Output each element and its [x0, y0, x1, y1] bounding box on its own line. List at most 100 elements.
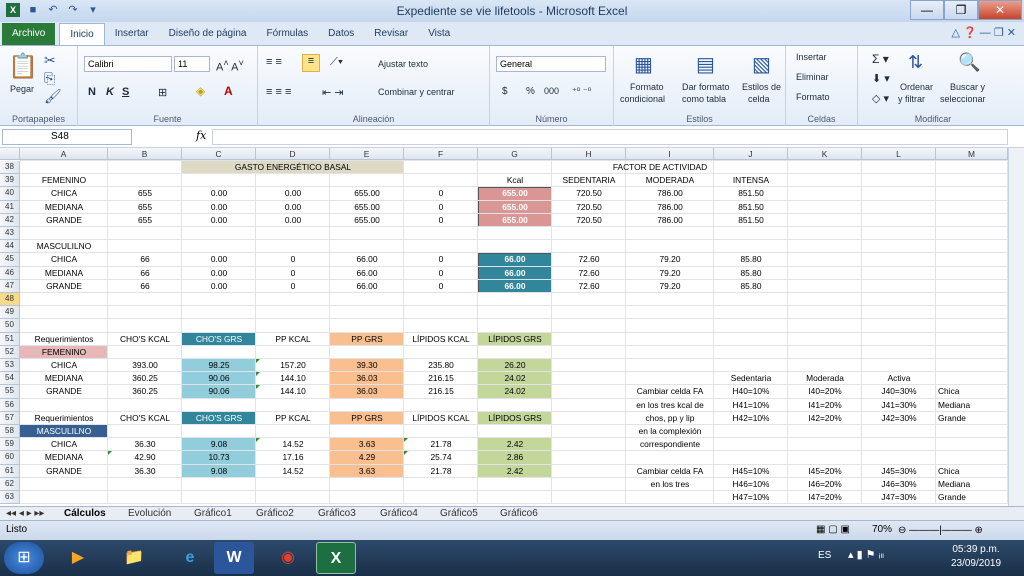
cell-G59[interactable]: 2.42 — [478, 438, 552, 451]
clock-time[interactable]: 05:39 p.m. — [940, 544, 1012, 555]
cell-A44[interactable]: MASCULILNO — [20, 240, 108, 253]
cell-B40[interactable]: 655 — [108, 187, 182, 200]
cell-F53[interactable]: 235.80 — [404, 359, 478, 372]
format-table-icon[interactable]: ▤ — [696, 52, 715, 77]
tab-archivo[interactable]: Archivo — [2, 23, 56, 45]
cell-E42[interactable]: 655.00 — [330, 214, 404, 227]
cell-D41[interactable]: 0.00 — [256, 201, 330, 214]
find-line2[interactable]: seleccionar — [940, 94, 986, 104]
row-header[interactable]: 46 — [0, 266, 20, 280]
cell-E55[interactable]: 36.03 — [330, 385, 404, 398]
row-header[interactable]: 41 — [0, 200, 20, 214]
cell-E47[interactable]: 66.00 — [330, 280, 404, 293]
cell-F45[interactable]: 0 — [404, 253, 478, 266]
sheet-nav-icon[interactable]: ◂◂ ◂ ▸ ▸▸ — [6, 507, 44, 521]
cell-J63[interactable]: H47=10% — [714, 491, 788, 504]
cell-C54[interactable]: 90.06 — [182, 372, 256, 385]
formula-input[interactable] — [212, 129, 1008, 145]
row-header[interactable]: 63 — [0, 491, 20, 505]
format-painter-icon[interactable]: 🖌 — [44, 88, 62, 105]
cell-J41[interactable]: 851.50 — [714, 201, 788, 214]
cell-F40[interactable]: 0 — [404, 187, 478, 200]
cell-B61[interactable]: 36.30 — [108, 465, 182, 478]
cell-C59[interactable]: 9.08 — [182, 438, 256, 451]
cell-B55[interactable]: 360.25 — [108, 385, 182, 398]
cell-M56[interactable]: Mediana — [936, 399, 1008, 412]
sheet-tab-grafico1[interactable]: Gráfico1 — [194, 507, 232, 521]
select-all-corner[interactable] — [0, 148, 20, 160]
font-size-select[interactable]: 11 — [174, 56, 210, 72]
cell-J61[interactable]: H45=10% — [714, 465, 788, 478]
cell-C42[interactable]: 0.00 — [182, 214, 256, 227]
row-header[interactable]: 43 — [0, 227, 20, 241]
row-header[interactable]: 48 — [0, 293, 20, 307]
cell-M62[interactable]: Mediana — [936, 478, 1008, 491]
column-header[interactable]: E — [330, 148, 404, 160]
sheet-tab-calculos[interactable]: Cálculos — [64, 507, 106, 521]
column-header[interactable]: I — [626, 148, 714, 160]
cell-K54[interactable]: Moderada — [788, 372, 862, 385]
find-select-icon[interactable]: 🔍 — [958, 52, 980, 73]
cell-M61[interactable]: Chica — [936, 465, 1008, 478]
row-header[interactable]: 60 — [0, 451, 20, 465]
font-color-icon[interactable]: A — [224, 84, 233, 98]
cell-A47[interactable]: GRANDE — [20, 280, 108, 293]
row-header[interactable]: 53 — [0, 359, 20, 373]
cell-I38[interactable]: FACTOR DE ACTIVIDAD — [586, 161, 734, 174]
align-left-icon[interactable]: ≡ ≡ ≡ — [266, 86, 291, 98]
zoom-slider[interactable]: ⊖ ———|——— ⊕ — [898, 525, 1008, 537]
column-header[interactable]: F — [404, 148, 478, 160]
cell-E57[interactable]: PP GRS — [330, 412, 404, 425]
cell-K55[interactable]: I40=20% — [788, 385, 862, 398]
cell-I47[interactable]: 79.20 — [626, 280, 714, 293]
cell-I40[interactable]: 786.00 — [626, 187, 714, 200]
row-header[interactable]: 40 — [0, 187, 20, 201]
cell-E45[interactable]: 66.00 — [330, 253, 404, 266]
cell-C40[interactable]: 0.00 — [182, 187, 256, 200]
paste-button[interactable]: Pegar — [10, 84, 34, 94]
align-top-icon[interactable]: ≡ ≡ — [266, 56, 282, 68]
cell-J47[interactable]: 85.80 — [714, 280, 788, 293]
cell-D55[interactable]: 144.10 — [256, 385, 330, 398]
cell-E54[interactable]: 36.03 — [330, 372, 404, 385]
cell-C47[interactable]: 0.00 — [182, 280, 256, 293]
cell-F51[interactable]: LÍPIDOS KCAL — [404, 333, 478, 346]
paste-icon[interactable]: 📋 — [8, 52, 38, 81]
format-table-line2[interactable]: como tabla — [682, 94, 726, 104]
tab-diseno-pagina[interactable]: Diseño de página — [159, 23, 257, 45]
indent-icon[interactable]: ⇤ ⇥ — [322, 86, 344, 99]
cell-I59[interactable]: correspondiente — [626, 438, 714, 451]
cond-format-line1[interactable]: Formato — [630, 82, 664, 92]
cell-B45[interactable]: 66 — [108, 253, 182, 266]
cell-B51[interactable]: CHO'S KCAL — [108, 333, 182, 346]
cell-D54[interactable]: 144.10 — [256, 372, 330, 385]
sort-filter-icon[interactable]: ⇅ — [908, 52, 923, 73]
cell-A58[interactable]: MASCULILNO — [20, 425, 108, 438]
tab-datos[interactable]: Datos — [318, 23, 364, 45]
cell-G46[interactable]: 66.00 — [478, 267, 552, 280]
cell-F60[interactable]: 25.74 — [404, 451, 478, 464]
cell-G40[interactable]: 655.00 — [478, 187, 552, 200]
cell-J39[interactable]: INTENSA — [714, 174, 788, 187]
column-header[interactable]: L — [862, 148, 936, 160]
cell-I46[interactable]: 79.20 — [626, 267, 714, 280]
cell-E60[interactable]: 4.29 — [330, 451, 404, 464]
conditional-format-icon[interactable]: ▦ — [634, 52, 653, 77]
delete-cells-button[interactable]: Eliminar — [796, 72, 829, 82]
zoom-level[interactable]: 70% — [872, 524, 892, 535]
sort-line2[interactable]: y filtrar — [898, 94, 925, 104]
start-button-icon[interactable]: ⊞ — [4, 542, 44, 574]
fill-color-icon[interactable]: ◈ — [196, 84, 205, 98]
cell-H39[interactable]: SEDENTARIA — [552, 174, 626, 187]
cell-L61[interactable]: J45=30% — [862, 465, 936, 478]
excel-taskbar-icon[interactable]: X — [316, 542, 356, 574]
cell-G57[interactable]: LÍPIDOS GRS — [478, 412, 552, 425]
tab-formulas[interactable]: Fórmulas — [256, 23, 318, 45]
autosum-icon[interactable]: Σ ▾ — [872, 52, 889, 66]
cell-L55[interactable]: J40=30% — [862, 385, 936, 398]
row-header[interactable]: 55 — [0, 385, 20, 399]
cell-B41[interactable]: 655 — [108, 201, 182, 214]
cell-G47[interactable]: 66.00 — [478, 280, 552, 293]
cell-I62[interactable]: en los tres — [626, 478, 714, 491]
cell-G55[interactable]: 24.02 — [478, 385, 552, 398]
